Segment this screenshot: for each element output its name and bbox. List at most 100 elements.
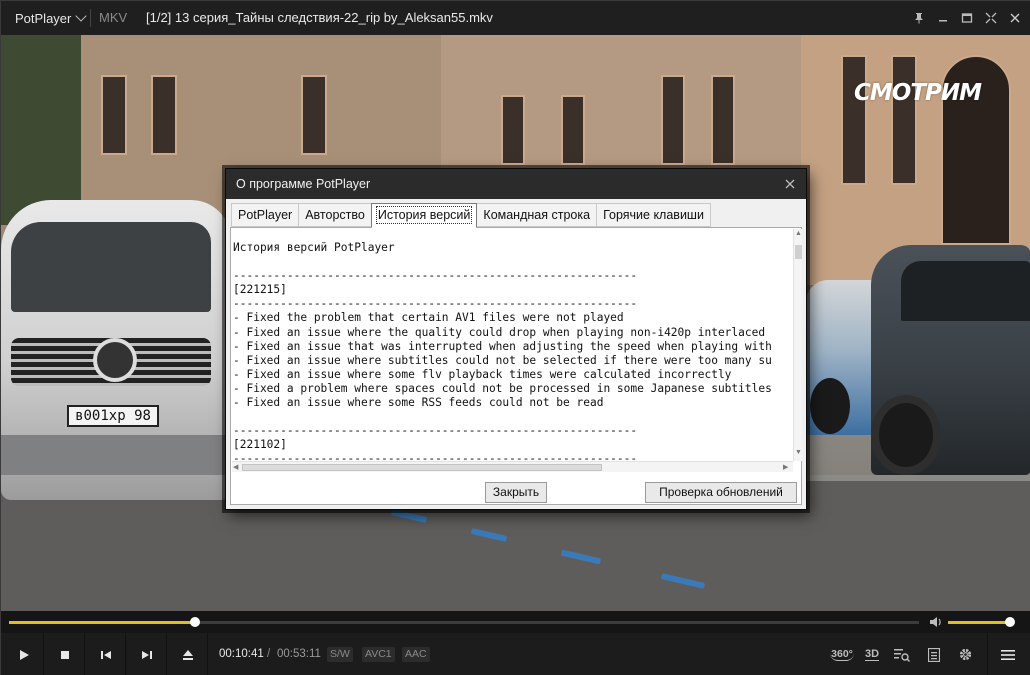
settings-button[interactable] [952,633,978,675]
maximize-icon [961,13,973,23]
title-bar: PotPlayer MKV [1/2] 13 серия_Тайны следс… [1,1,1030,35]
skip-back-icon [100,650,111,659]
decoder-badge[interactable]: S/W [327,647,353,662]
channel-watermark: СМОТРИМ [854,80,982,106]
tab-label: История версий [375,206,473,224]
scroll-left-icon[interactable]: ◀ [233,463,238,471]
pin-button[interactable] [907,1,931,35]
scroll-right-icon[interactable]: ▶ [783,463,788,471]
white-suv: в001хр 98 [1,200,231,500]
dark-suv-wheel [871,395,941,475]
seek-row [1,611,1030,633]
dark-suv [871,245,1030,475]
dialog-close-button[interactable] [780,174,800,194]
chapters-button[interactable] [921,633,947,675]
check-updates-button[interactable]: Проверка обновлений [645,482,797,503]
suv-bumper [1,435,231,475]
minimize-icon [939,20,947,22]
tab-potplayer[interactable]: PotPlayer [231,203,300,227]
vertical-scrollbar[interactable]: ▲ ▼ [793,229,802,461]
version-history-text: История версий PotPlayer ---------------… [233,241,772,466]
hamburger-icon [1000,649,1015,660]
tab-pane: История версий PotPlayer ---------------… [230,227,802,505]
tab-command-line[interactable]: Командная строка [476,203,598,227]
app-menu-button[interactable]: PotPlayer [7,1,93,35]
building-window [661,75,685,165]
scroll-thumb[interactable] [795,245,802,259]
format-label: MKV [99,10,128,25]
window-title: [1/2] 13 серия_Тайны следствия-22_rip by… [146,10,493,25]
total-time: 00:53:11 [277,648,321,660]
scroll-up-icon[interactable]: ▲ [795,230,802,237]
vr-360-button[interactable]: 360° [827,633,857,675]
maximize-button[interactable] [955,1,979,35]
tab-version-history[interactable]: История версий [370,203,478,228]
3d-icon: 3D [864,648,880,661]
dialog-title: О программе PotPlayer [236,177,371,191]
dialog-tabs: PotPlayer Авторство История версий Коман… [231,203,711,228]
tab-label: PotPlayer [238,208,293,222]
building-window [561,95,585,165]
scroll-down-icon[interactable]: ▼ [795,449,802,456]
volume-slider[interactable] [948,617,1016,627]
tab-authorship[interactable]: Авторство [298,203,372,227]
menu-button[interactable] [987,633,1027,675]
play-icon [19,649,29,660]
chevron-down-icon [75,10,88,22]
close-dialog-button[interactable]: Закрыть [485,482,547,503]
tab-label: Командная строка [483,208,591,222]
vr-360-icon: 360° [830,648,854,661]
playlist-search-button[interactable] [889,633,915,675]
building-window [301,75,327,155]
potplayer-window: PotPlayer MKV [1/2] 13 серия_Тайны следс… [0,0,1030,675]
license-plate: в001хр 98 [67,405,159,427]
version-history-textbox[interactable]: История версий PotPlayer ---------------… [232,229,798,475]
building-window [501,95,525,165]
title-divider [90,9,91,27]
volume-icon[interactable] [929,615,943,629]
fullscreen-icon [985,12,997,24]
tab-label: Горячие клавиши [603,208,704,222]
minimize-button[interactable] [931,1,955,35]
building-window [841,55,867,185]
list-icon [928,647,940,662]
play-button[interactable] [4,633,44,675]
tab-label: Авторство [305,208,365,222]
app-name: PotPlayer [15,10,72,26]
eject-icon [182,649,193,660]
seek-progress [9,621,195,624]
tree-left [1,35,81,225]
seek-bar[interactable] [9,617,919,627]
audio-codec-badge[interactable]: AAC [402,647,430,662]
current-time: 00:10:41 [219,648,264,660]
next-button[interactable] [127,633,167,675]
close-icon [785,179,795,189]
stop-icon [60,650,69,659]
close-button[interactable] [1003,1,1027,35]
fullscreen-button[interactable] [979,1,1003,35]
3d-button[interactable]: 3D [859,633,885,675]
video-codec-badge[interactable]: AVC1 [362,647,395,662]
building-window [101,75,127,155]
stop-button[interactable] [45,633,85,675]
control-bar: 00:10:41 / 00:53:11 S/W AVC1 AAC 360° 3D [1,633,1030,675]
suv-windshield [11,222,211,312]
volume-level [948,621,1011,624]
building-window [891,55,917,185]
previous-button[interactable] [86,633,126,675]
gear-icon [959,648,971,661]
eject-button[interactable] [168,633,208,675]
building-window [711,75,735,165]
tab-hotkeys[interactable]: Горячие клавиши [596,203,711,227]
horizontal-scrollbar[interactable]: ◀ ▶ [232,461,793,472]
blue-car-wheel [810,378,850,434]
close-icon [1010,13,1020,23]
hscroll-thumb[interactable] [242,464,602,471]
about-dialog: О программе PotPlayer PotPlayer Авторств… [225,168,807,510]
seek-handle[interactable] [189,617,200,627]
dialog-title-bar: О программе PotPlayer [226,169,806,199]
building-window [151,75,177,155]
playlist-search-icon [894,648,910,662]
suv-emblem [93,338,137,382]
volume-handle[interactable] [1005,617,1016,627]
